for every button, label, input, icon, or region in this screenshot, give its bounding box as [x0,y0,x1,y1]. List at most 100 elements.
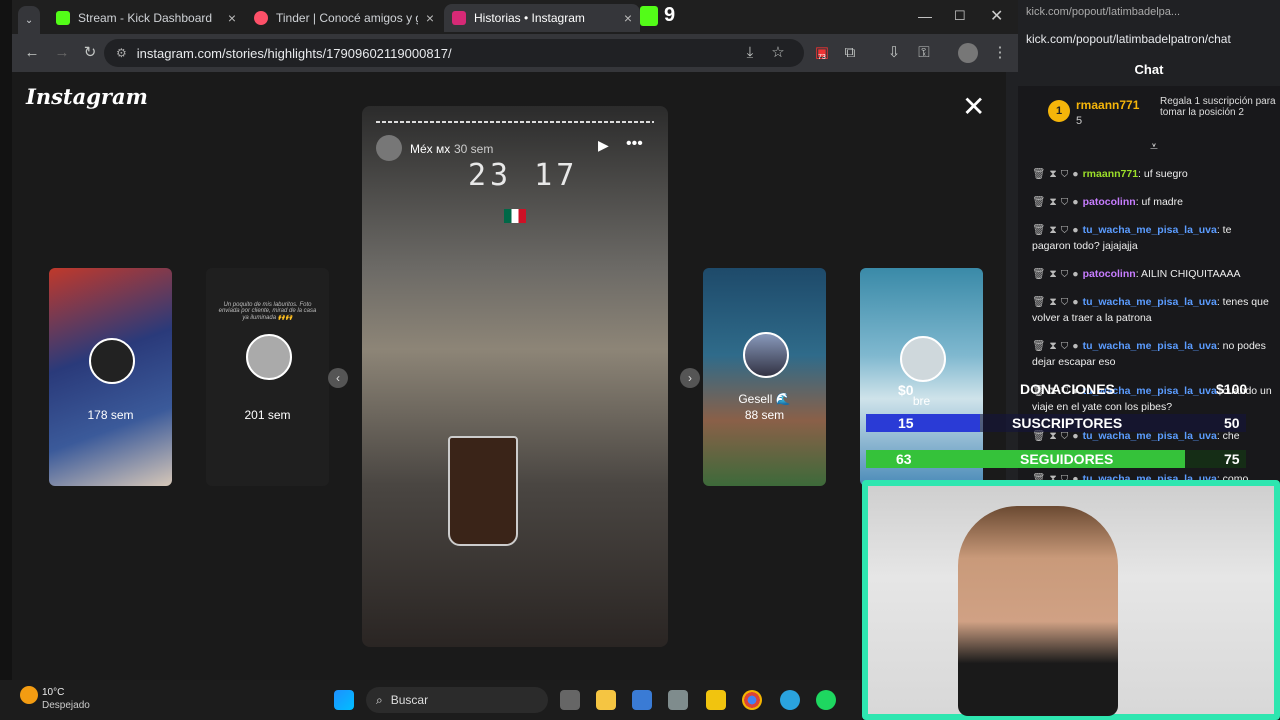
tab-label: Stream - Kick Dashboard [78,11,213,25]
search-placeholder: Buscar [390,693,429,707]
top-gifter-name[interactable]: rmaann771 [1076,98,1139,112]
extensions-puzzle-icon[interactable]: ⧉ [840,43,860,63]
taskbar-search[interactable]: ⌕ Buscar [366,687,548,713]
weather-icon [20,686,38,704]
story-username[interactable]: Méx мх [410,142,450,156]
drink-glass [448,436,518,546]
address-bar[interactable]: ⚙ instagram.com/stories/highlights/17909… [104,39,804,67]
chat-header: kick.com/popout/latimbadelpa... kick.com… [1018,0,1280,86]
chrome-icon[interactable] [742,690,762,710]
weather-status[interactable]: Despejado [42,700,90,711]
suscriptores-label: SUSCRIPTORES [1012,415,1123,431]
play-icon[interactable]: ▶ [598,137,609,154]
active-story[interactable]: Méx мх 30 sem ▶ ••• 23 17 [362,106,668,647]
file-explorer-icon[interactable] [596,690,616,710]
chat-message: 🗑⧗⛉●tu_wacha_me_pisa_la_uva: te pagaron … [1032,224,1232,252]
task-view-icon[interactable] [560,690,580,710]
avatar [246,334,292,380]
previous-story-button[interactable]: ‹ [328,368,348,388]
telegram-icon[interactable] [780,690,800,710]
story-caption: Un poquito de mis laburitos. Foto enviad… [218,302,317,321]
chat-title: Chat [1134,62,1164,77]
gift-prompt[interactable]: Regala 1 suscripción para tomar la posic… [1160,96,1278,118]
url-text: instagram.com/stories/highlights/1790960… [136,45,452,61]
chat-url: kick.com/popout/latimbadelpatron/chat [1026,32,1231,46]
seguidores-label: SEGUIDORES [1020,451,1114,467]
downloads-icon[interactable]: ⇩ [884,43,904,63]
story-clock-sticker: 23 17 [468,158,579,193]
close-tab-icon[interactable]: × [426,10,434,26]
story-age: 178 sem [87,408,134,422]
mod-actions-icon: 🗑⧗⛉● [1032,296,1083,308]
tab-bar: ⌄ Stream - Kick Dashboard × Tinder | Con… [12,0,1018,34]
close-window-icon[interactable]: ✕ [990,6,1003,26]
mod-actions-icon: 🗑⧗⛉● [1032,340,1083,352]
instagram-favicon-icon [452,11,466,25]
forward-icon[interactable]: → [52,43,72,63]
chat-message: 🗑⧗⛉●tu_wacha_me_pisa_la_uva: tenes que v… [1032,296,1269,324]
mod-actions-icon: 🗑⧗⛉● [1032,224,1083,236]
tab-search-button[interactable]: ⌄ [18,6,40,34]
more-options-icon[interactable]: ••• [626,135,643,153]
back-icon[interactable]: ← [22,43,42,63]
bookmark-star-icon[interactable]: ☆ [768,43,788,63]
side-story-2[interactable]: Un poquito de mis laburitos. Foto enviad… [206,268,329,486]
install-icon[interactable]: ⤓ [740,43,760,63]
tab-tinder[interactable]: Tinder | Conocé amigos y gente × [246,4,442,32]
tinder-favicon-icon [254,11,268,25]
chat-message: 🗑⧗⛉●rmaann771: uf suegro [1032,168,1188,180]
tab-label: Historias • Instagram [474,11,585,25]
maximize-icon[interactable]: ☐ [954,8,966,24]
story-progress [376,121,654,123]
mod-actions-icon: 🗑⧗⛉● [1032,168,1083,180]
chat-message: 🗑⧗⛉●patocolinn: uf madre [1032,196,1183,208]
tab-label: Tinder | Conocé amigos y gente [276,11,418,25]
top-gifter-count: 5 [1076,115,1083,127]
minimize-icon[interactable]: — [918,8,932,24]
menu-icon[interactable]: ⋮ [990,43,1010,63]
gifter-rank-badge: 1 [1048,100,1070,122]
extension-badge: 73 [818,54,826,61]
password-key-icon[interactable]: ⚿ [914,43,934,63]
windows-start-icon[interactable] [334,690,354,710]
spotify-icon[interactable] [816,690,836,710]
side-story-3[interactable]: Gesell 🌊 88 sem [703,268,826,486]
store-icon[interactable] [632,690,652,710]
story-timestamp: 30 sem [454,142,494,156]
instagram-story-viewer: Instagram ✕ 178 sem Un poquito de mis la… [12,72,1006,680]
taskbar: 10°C Despejado ⌕ Buscar [0,680,862,720]
reload-icon[interactable]: ↻ [80,43,100,63]
side-story-1[interactable]: 178 sem [49,268,172,486]
donaciones-label: DONACIONES [1020,381,1115,397]
kick-logo-icon [640,6,658,26]
seguidores-current: 63 [896,451,912,467]
calculator-icon[interactable] [668,690,688,710]
avatar [89,338,135,384]
sticky-notes-icon[interactable] [706,690,726,710]
next-story-button[interactable]: › [680,368,700,388]
weather-temp[interactable]: 10°C [42,687,64,698]
mexico-flag-icon [504,209,526,223]
suscriptores-goal: 50 [1224,415,1240,431]
mod-actions-icon: 🗑⧗⛉● [1032,196,1083,208]
profile-avatar[interactable] [958,43,978,63]
suscriptores-bar-fill [866,414,980,432]
mod-actions-icon: 🗑⧗⛉● [1032,268,1083,280]
donaciones-goal: $100 [1216,381,1248,397]
close-icon[interactable]: ✕ [962,90,985,123]
chat-message: 🗑⧗⛉●patocolinn: AILIN CHIQUITAAAA [1032,268,1241,280]
pinned-toggle-icon[interactable]: ⩡ [1150,138,1158,155]
donaciones-current: $0 [898,382,914,398]
story-age: 88 sem [744,408,785,422]
close-tab-icon[interactable]: × [624,10,632,26]
tab-instagram[interactable]: Historias • Instagram × [444,4,640,32]
close-tab-icon[interactable]: × [228,10,236,26]
site-info-icon[interactable]: ⚙ [116,46,127,60]
story-name: bre [912,394,931,408]
streamer-person [958,506,1118,716]
kick-badge: 9 [664,4,676,26]
instagram-logo[interactable]: Instagram [26,84,148,109]
kick-favicon-icon [56,11,70,25]
tab-kick-dashboard[interactable]: Stream - Kick Dashboard × [48,4,244,32]
story-name: Gesell 🌊 [738,392,791,406]
